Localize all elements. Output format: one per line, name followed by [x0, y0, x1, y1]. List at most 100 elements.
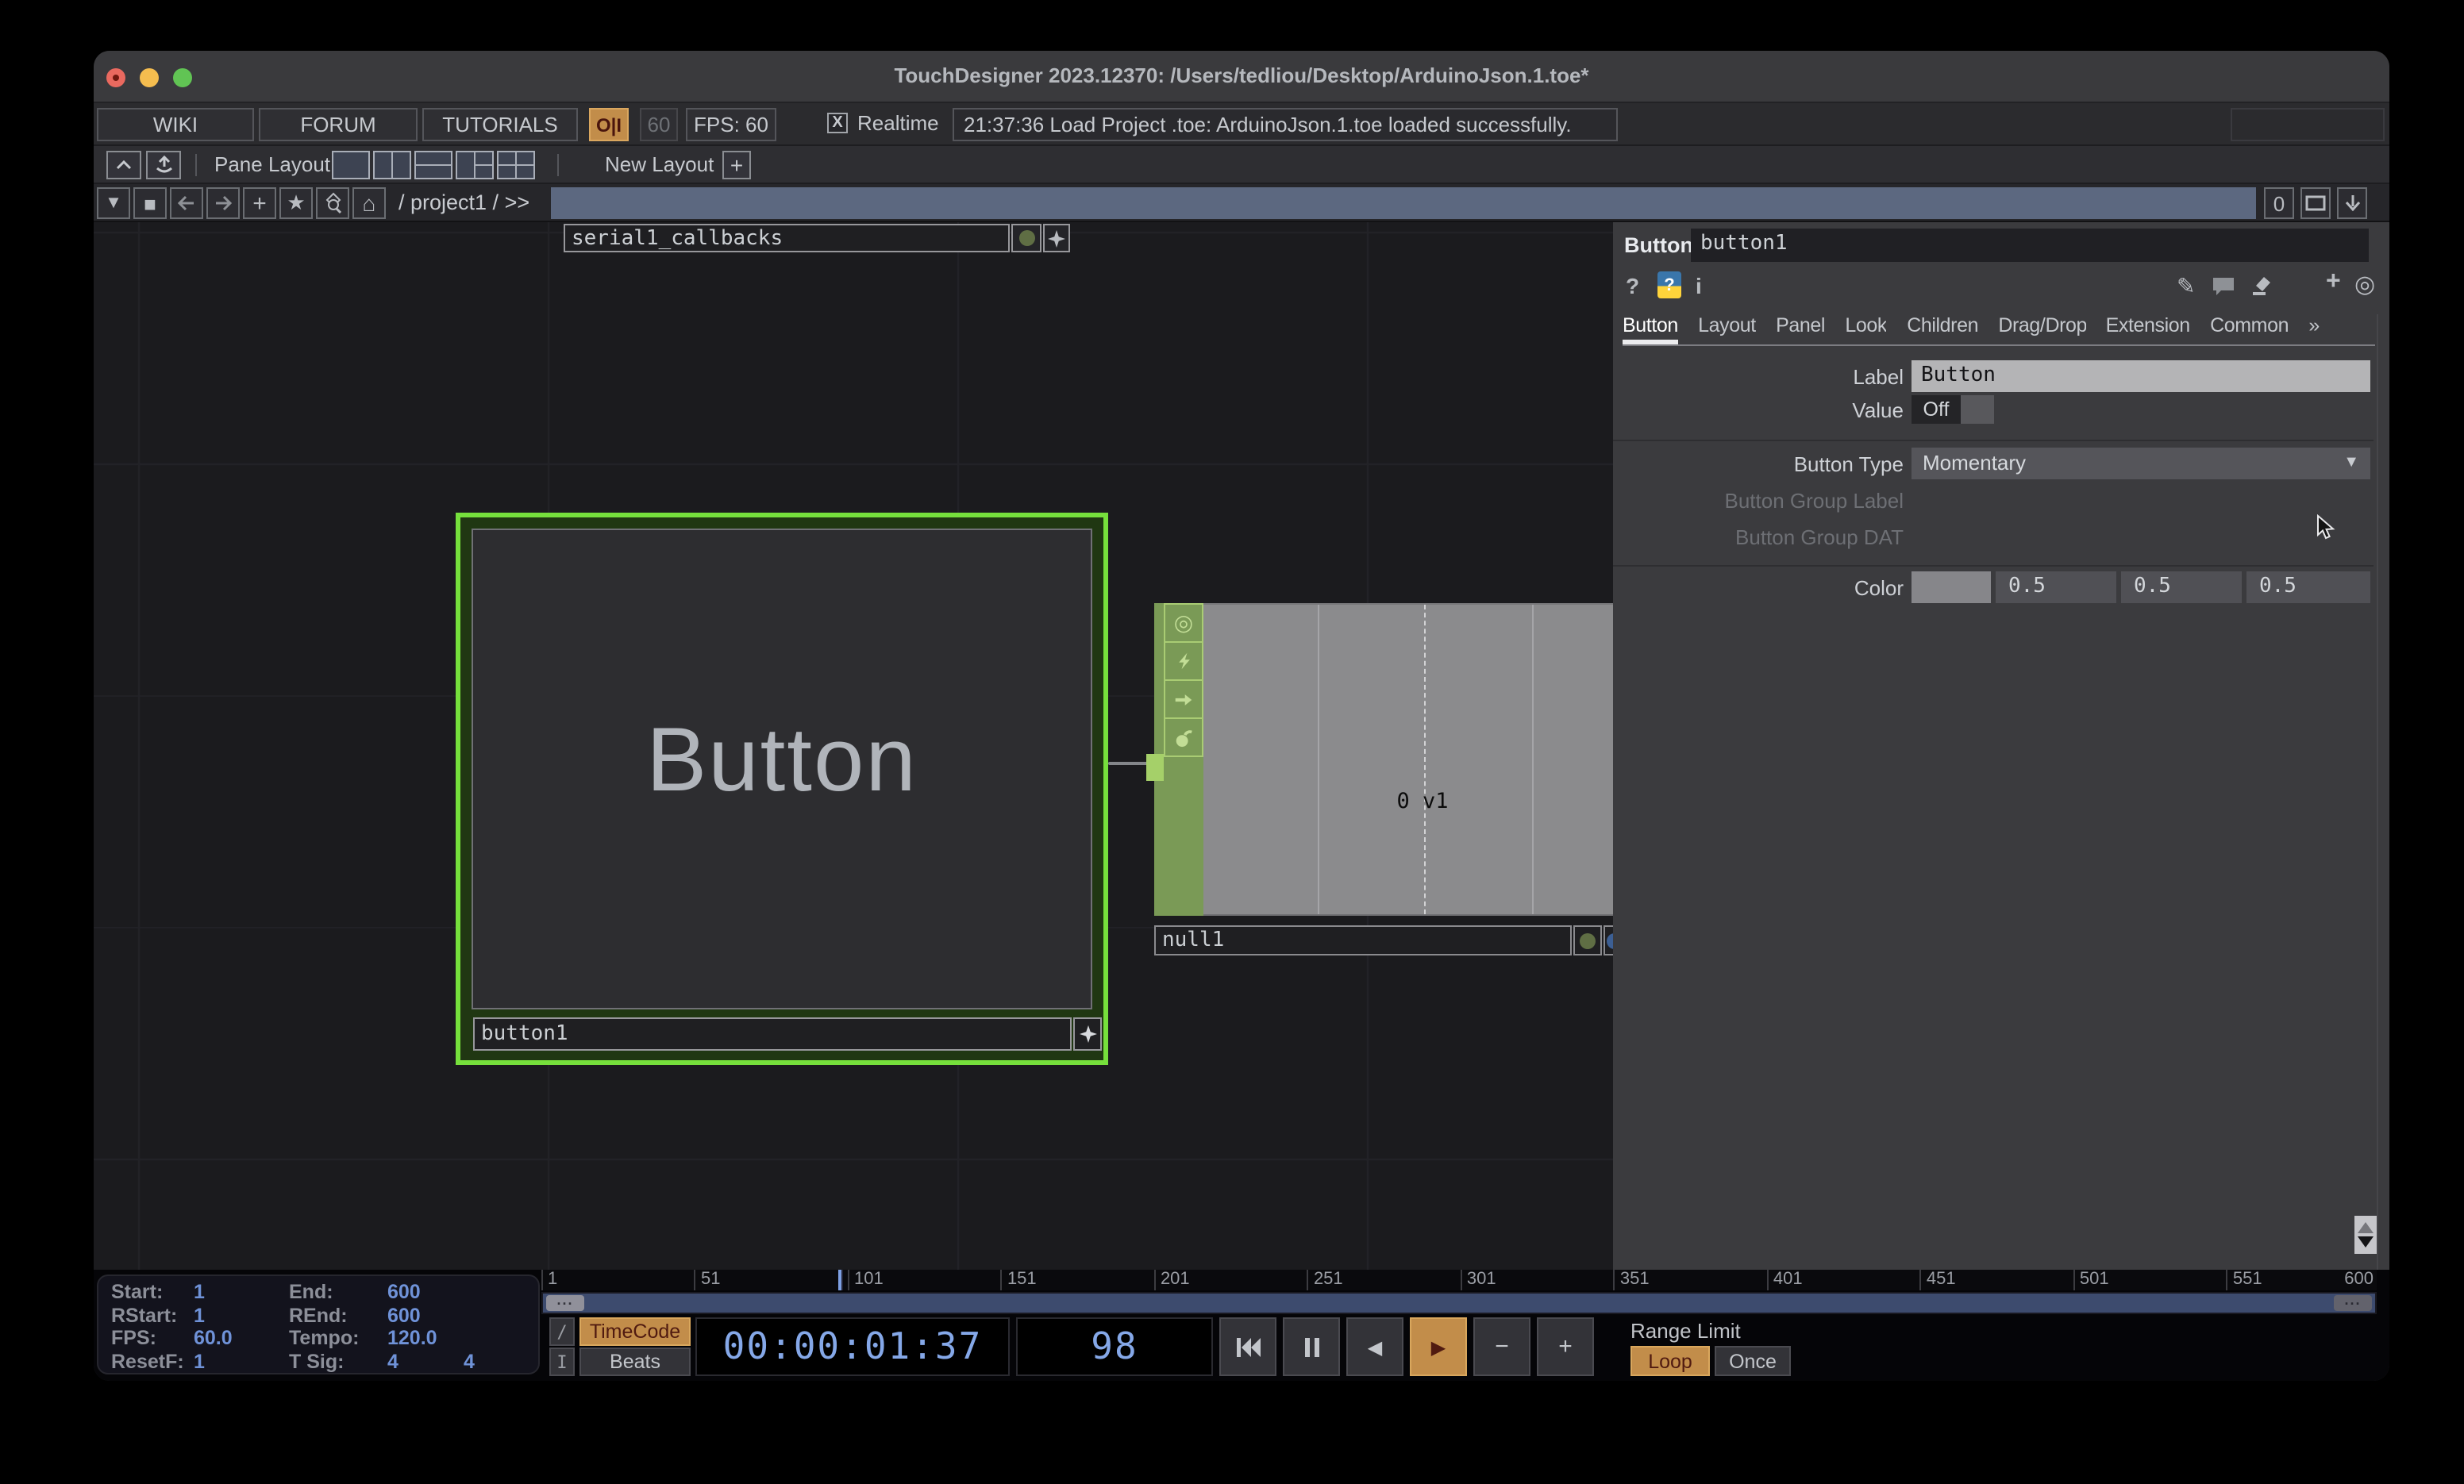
- layout-split-v-button[interactable]: [373, 151, 411, 179]
- tab-look[interactable]: Look: [1845, 311, 1887, 344]
- rend-value[interactable]: 600: [387, 1304, 464, 1327]
- once-button[interactable]: Once: [1715, 1346, 1791, 1376]
- serial-node-add[interactable]: [1043, 224, 1070, 252]
- param-label-field[interactable]: Button: [1912, 360, 2370, 392]
- button1-node[interactable]: Button button1: [456, 513, 1108, 1065]
- button1-node-add[interactable]: [1073, 1017, 1102, 1051]
- tsig-num[interactable]: 4: [387, 1350, 464, 1373]
- scrollbar-track[interactable]: [2377, 314, 2378, 1270]
- playhead[interactable]: [838, 1270, 843, 1290]
- step-back-button[interactable]: −: [1473, 1317, 1530, 1376]
- timeline-ruler[interactable]: 151101151201251301351401451501551600: [541, 1270, 2377, 1290]
- null1-node-name[interactable]: null1: [1154, 925, 1572, 955]
- children-count-button[interactable]: 0: [2264, 187, 2294, 219]
- param-value-toggle[interactable]: [1961, 395, 1994, 424]
- param-color-r-field[interactable]: 0.5: [1996, 571, 2116, 603]
- param-buttontype-name[interactable]: Button Type: [1613, 452, 1904, 476]
- param-value-toggle-label[interactable]: Off: [1912, 395, 1961, 424]
- step-forward-button[interactable]: +: [1537, 1317, 1594, 1376]
- null1-export-flag[interactable]: [1164, 679, 1203, 719]
- layout-quad-button[interactable]: [497, 151, 535, 179]
- path-dropdown-button[interactable]: ▼: [97, 187, 130, 219]
- tab-drag-drop[interactable]: Drag/Drop: [1998, 311, 2085, 344]
- floating-window-button[interactable]: [2300, 187, 2331, 219]
- minimize-button[interactable]: [140, 68, 159, 87]
- path-edit-field[interactable]: [551, 187, 2256, 219]
- rstart-value[interactable]: 1: [194, 1304, 289, 1327]
- param-buttontype-dropdown[interactable]: Momentary ▼: [1912, 448, 2370, 479]
- null1-node-body[interactable]: 0 v1: [1203, 603, 1613, 916]
- add-parameter-button[interactable]: +: [2326, 270, 2341, 295]
- frame-display[interactable]: 98: [1016, 1317, 1213, 1376]
- layout-three-button[interactable]: [456, 151, 494, 179]
- jump-to-start-button[interactable]: [1219, 1317, 1276, 1376]
- pane-maximize-button[interactable]: [106, 151, 141, 179]
- timecode-mode-button[interactable]: TimeCode: [579, 1317, 691, 1346]
- start-value[interactable]: 1: [194, 1281, 289, 1304]
- breadcrumb[interactable]: / project1 / >>: [398, 190, 529, 214]
- realtime-toggle[interactable]: X Realtime: [827, 111, 939, 135]
- tab-common[interactable]: Common: [2210, 311, 2289, 344]
- end-value[interactable]: 600: [387, 1281, 464, 1304]
- scrollbar-arrows[interactable]: [2354, 1216, 2377, 1254]
- integer-mode-button[interactable]: I: [549, 1348, 575, 1376]
- fps-button[interactable]: FPS: 60: [686, 108, 776, 141]
- layout-single-button[interactable]: [332, 151, 370, 179]
- null1-viewer-flag[interactable]: ◎: [1164, 603, 1203, 643]
- network-editor[interactable]: serial1_callbacks Button button1 ◎: [94, 222, 1613, 1270]
- null1-node-flag2[interactable]: [1604, 925, 1613, 955]
- copy-parameters-button[interactable]: [2250, 275, 2272, 302]
- tab-panel[interactable]: Panel: [1776, 311, 1825, 344]
- param-color-b-field[interactable]: 0.5: [2246, 571, 2370, 603]
- play-button[interactable]: ▶: [1410, 1317, 1467, 1376]
- resetf-value[interactable]: 1: [194, 1350, 289, 1373]
- param-color-name[interactable]: Color: [1613, 576, 1904, 600]
- help-button[interactable]: ?: [1626, 273, 1639, 298]
- play-reverse-button[interactable]: ◀: [1346, 1317, 1403, 1376]
- tabs-overflow-button[interactable]: »: [2308, 311, 2320, 344]
- forum-button[interactable]: FORUM: [259, 108, 418, 141]
- param-value-name[interactable]: Value: [1613, 398, 1904, 422]
- op-name-field[interactable]: button1: [1691, 229, 2369, 262]
- timecode-display[interactable]: 00:00:01:37: [695, 1317, 1010, 1376]
- null1-cook-flag[interactable]: [1164, 641, 1203, 681]
- pane-export-button[interactable]: [146, 151, 181, 179]
- target-ops-button[interactable]: ◎: [2354, 273, 2375, 298]
- null1-lock-flag[interactable]: [1164, 717, 1203, 757]
- python-help-button[interactable]: ?: [1657, 271, 1681, 298]
- tab-button[interactable]: Button: [1623, 311, 1678, 344]
- op-find-button[interactable]: [316, 187, 349, 219]
- stop-button[interactable]: ■: [133, 187, 167, 219]
- serial-node-flag[interactable]: [1011, 224, 1041, 252]
- oi-toggle[interactable]: O|I: [589, 108, 629, 141]
- info-button[interactable]: i: [1696, 273, 1702, 298]
- null1-input-connector[interactable]: [1146, 754, 1164, 781]
- realtime-checkbox[interactable]: X: [827, 113, 848, 133]
- beats-mode-button[interactable]: Beats: [579, 1348, 691, 1376]
- expression-mode-button[interactable]: ✎: [2177, 273, 2195, 298]
- tab-children[interactable]: Children: [1907, 311, 1978, 344]
- param-label-name[interactable]: Label: [1613, 365, 1904, 389]
- tab-extension[interactable]: Extension: [2106, 311, 2190, 344]
- tempo-value[interactable]: 120.0: [387, 1327, 464, 1350]
- zoom-button[interactable]: [173, 68, 192, 87]
- null1-node-flag[interactable]: [1573, 925, 1602, 955]
- bookmark-button[interactable]: ★: [279, 187, 313, 219]
- serial-callbacks-node-name[interactable]: serial1_callbacks: [564, 224, 1010, 252]
- dock-down-button[interactable]: [2337, 187, 2367, 219]
- home-button[interactable]: ⌂: [352, 187, 386, 219]
- forward-button[interactable]: [206, 187, 240, 219]
- fps-value[interactable]: 60.0: [194, 1327, 289, 1350]
- range-start-handle[interactable]: ...: [546, 1295, 584, 1311]
- timeline-range-bar[interactable]: ... ...: [541, 1292, 2377, 1314]
- param-color-g-field[interactable]: 0.5: [2121, 571, 2242, 603]
- tab-layout[interactable]: Layout: [1698, 311, 1756, 344]
- layout-split-h-button[interactable]: [414, 151, 452, 179]
- button1-node-viewer[interactable]: Button: [472, 529, 1092, 1009]
- add-layout-button[interactable]: +: [722, 151, 751, 179]
- back-button[interactable]: [170, 187, 203, 219]
- param-color-swatch[interactable]: [1912, 571, 1991, 603]
- range-end-handle[interactable]: ...: [2334, 1295, 2372, 1311]
- close-button[interactable]: [106, 68, 125, 87]
- frame-mode-button[interactable]: /: [549, 1317, 575, 1346]
